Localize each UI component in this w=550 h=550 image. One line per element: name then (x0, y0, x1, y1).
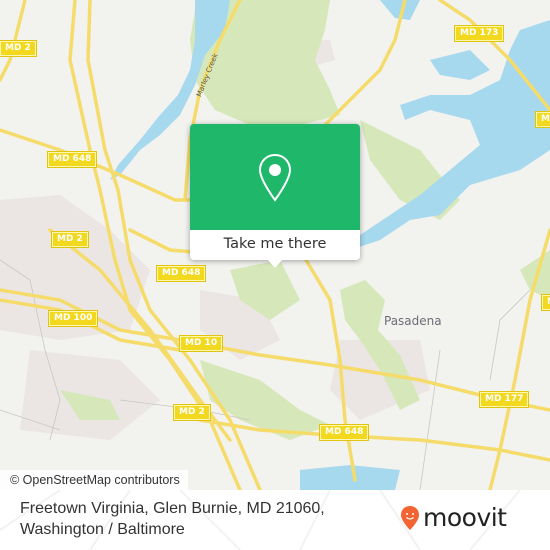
road-shield: MD 648 (318, 424, 370, 441)
road-shield: MD (534, 111, 550, 128)
address-line-2: Washington / Baltimore (20, 521, 185, 538)
address: Freetown Virginia, Glen Burnie, MD 21060… (20, 498, 325, 540)
location-popup: Take me there (190, 124, 360, 268)
road-shield: MD 10 (178, 335, 224, 352)
map-attribution[interactable]: © OpenStreetMap contributors (0, 470, 188, 490)
road-shield: MD 2 (0, 40, 37, 57)
moovit-pin-icon (401, 506, 419, 530)
take-me-there-button[interactable]: Take me there (190, 230, 360, 260)
road-shield: MD 100 (47, 310, 99, 327)
location-pin-icon (258, 153, 292, 202)
road-shield: MD 2 (51, 231, 89, 248)
moovit-wordmark: moovit (423, 503, 507, 532)
place-label: Pasadena (384, 314, 442, 328)
road-shield: MD 177 (478, 391, 530, 408)
popup-pointer (268, 260, 282, 268)
footer: Freetown Virginia, Glen Burnie, MD 21060… (0, 490, 550, 550)
road-shield: MD 173 (453, 25, 505, 42)
moovit-logo: moovit (400, 504, 507, 532)
popup-header (190, 124, 360, 230)
map-view[interactable]: MD 2 MD 648 MD 173 MD 2 MD 648 MD 100 MD… (0, 0, 550, 490)
address-line-1: Freetown Virginia, Glen Burnie, MD 21060… (20, 500, 325, 517)
road-shield: MD 648 (46, 151, 98, 168)
road-shield: MD 648 (155, 265, 207, 282)
road-shield: MD 2 (173, 404, 211, 421)
road-shield: MD (540, 294, 550, 311)
